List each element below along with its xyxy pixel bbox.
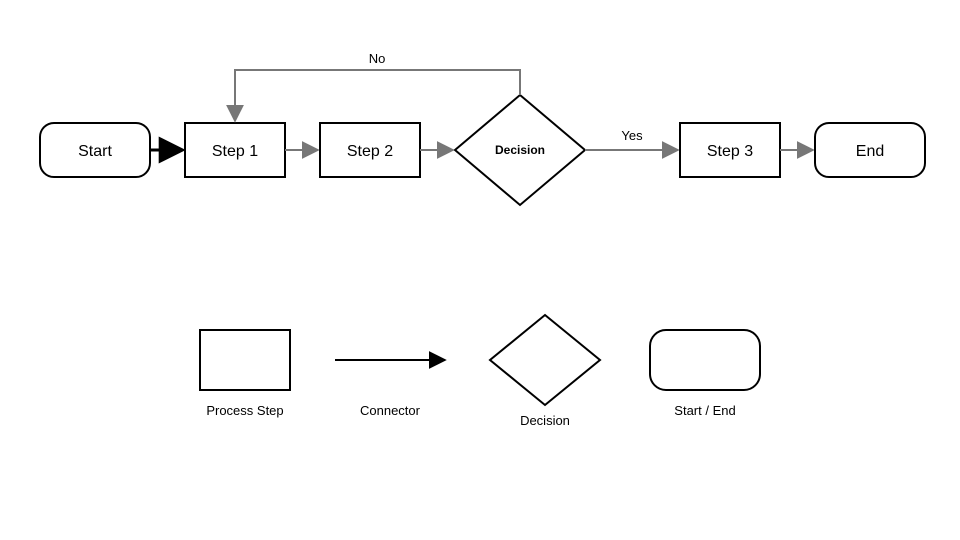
edge-decision-no-loop [235, 70, 520, 121]
node-step3-label: Step 3 [707, 143, 753, 160]
legend-terminal: Start / End [650, 330, 760, 418]
node-end: End [815, 123, 925, 177]
node-decision: Decision [455, 95, 585, 205]
node-decision-label: Decision [495, 143, 545, 157]
legend-connector: Connector [335, 360, 445, 418]
legend-process: Process Step [200, 330, 290, 418]
legend-connector-label: Connector [360, 403, 421, 418]
edge-yes-label: Yes [621, 128, 643, 143]
node-step2-label: Step 2 [347, 143, 393, 160]
legend-process-label: Process Step [206, 403, 283, 418]
flowchart-canvas: Start Step 1 Step 2 Decision Yes Step 3 … [0, 0, 960, 540]
node-step1-label: Step 1 [212, 143, 258, 160]
node-step3: Step 3 [680, 123, 780, 177]
legend-terminal-label: Start / End [674, 403, 735, 418]
node-step2: Step 2 [320, 123, 420, 177]
legend-decision-label: Decision [520, 413, 570, 428]
legend-decision: Decision [490, 315, 600, 428]
node-start-label: Start [78, 143, 112, 160]
node-start: Start [40, 123, 150, 177]
node-end-label: End [856, 143, 884, 160]
edge-no-label: No [369, 51, 386, 66]
node-step1: Step 1 [185, 123, 285, 177]
